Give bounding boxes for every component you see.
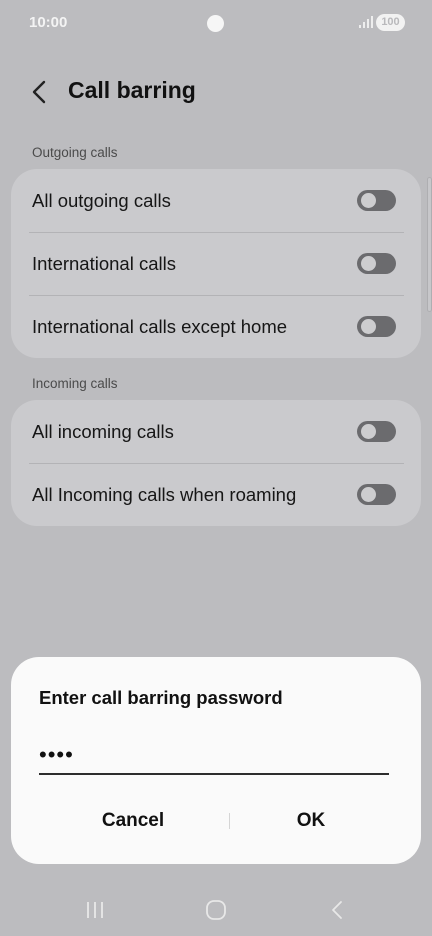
back-arrow-icon[interactable] xyxy=(29,79,51,105)
incoming-calls-card: All incoming calls All Incoming calls wh… xyxy=(11,400,421,526)
international-except-home-toggle[interactable] xyxy=(357,316,396,337)
toggle-knob xyxy=(361,319,376,334)
setting-row-international-except-home[interactable]: International calls except home xyxy=(11,295,421,358)
international-toggle[interactable] xyxy=(357,253,396,274)
setting-row-all-outgoing[interactable]: All outgoing calls xyxy=(11,169,421,232)
recent-apps-icon[interactable] xyxy=(82,897,108,923)
nav-back-icon[interactable] xyxy=(324,897,350,923)
incoming-roaming-toggle[interactable] xyxy=(357,484,396,505)
cancel-button[interactable]: Cancel xyxy=(53,797,213,845)
toggle-knob xyxy=(361,424,376,439)
ok-button[interactable]: OK xyxy=(231,797,391,845)
button-separator xyxy=(229,813,230,829)
password-input[interactable] xyxy=(39,737,389,775)
toggle-knob xyxy=(361,256,376,271)
outgoing-calls-card: All outgoing calls International calls I… xyxy=(11,169,421,358)
section-header-incoming: Incoming calls xyxy=(32,376,118,391)
setting-label: International calls xyxy=(32,253,176,274)
front-camera xyxy=(207,15,224,32)
setting-row-incoming-roaming[interactable]: All Incoming calls when roaming xyxy=(11,463,421,526)
signal-icon xyxy=(359,16,373,28)
status-time: 10:00 xyxy=(29,14,68,31)
dialog-title: Enter call barring password xyxy=(39,687,283,708)
setting-label: All incoming calls xyxy=(32,421,174,442)
home-icon[interactable] xyxy=(203,897,229,923)
toggle-knob xyxy=(361,487,376,502)
setting-row-international[interactable]: International calls xyxy=(11,232,421,295)
all-incoming-toggle[interactable] xyxy=(357,421,396,442)
setting-row-all-incoming[interactable]: All incoming calls xyxy=(11,400,421,463)
call-barring-screen: 10:00 100 Call barring Outgoing calls Al… xyxy=(0,0,432,936)
section-header-outgoing: Outgoing calls xyxy=(32,145,118,160)
setting-label: All Incoming calls when roaming xyxy=(32,484,297,505)
navigation-bar xyxy=(0,880,432,936)
setting-label: International calls except home xyxy=(32,316,288,337)
all-outgoing-toggle[interactable] xyxy=(357,190,396,211)
scrollbar[interactable] xyxy=(427,177,432,312)
toggle-knob xyxy=(361,193,376,208)
battery-icon: 100 xyxy=(376,14,405,31)
status-bar: 10:00 100 xyxy=(0,0,432,46)
password-dialog: Enter call barring password Cancel OK xyxy=(11,657,421,864)
page-title: Call barring xyxy=(68,77,196,103)
setting-label: All outgoing calls xyxy=(32,190,171,211)
